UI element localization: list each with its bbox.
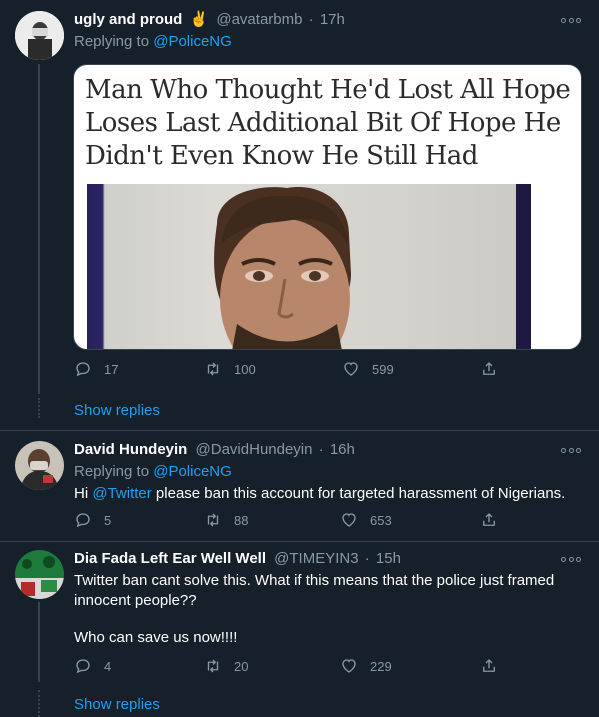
more-icon[interactable] <box>561 445 581 455</box>
text-body: please ban this account for targeted har… <box>155 485 566 502</box>
show-replies-link[interactable]: Show replies <box>74 696 160 713</box>
avatar-image <box>15 550 64 599</box>
reply-icon <box>76 513 90 528</box>
thread-line <box>38 602 40 682</box>
media-headline: Man Who Thought He'd Lost All Hope Loses… <box>85 75 571 171</box>
display-name[interactable]: David Hundeyin <box>74 441 187 458</box>
replying-label: Replying to <box>74 463 150 480</box>
like-button[interactable]: 599 <box>342 360 394 378</box>
tweet-text-line-2: Who can save us now!!!! <box>74 629 238 646</box>
retweet-button[interactable]: 20 <box>204 657 248 675</box>
timestamp[interactable]: 15h <box>376 550 401 567</box>
reply-count: 17 <box>104 361 119 377</box>
separator: · <box>308 11 314 28</box>
retweet-icon <box>207 513 219 527</box>
text-prefix: Hi <box>74 485 89 502</box>
victory-hand-emoji: ✌ <box>189 11 209 28</box>
share-button[interactable] <box>480 657 510 675</box>
heart-icon <box>342 659 356 673</box>
separator: · <box>364 550 370 567</box>
tweet-text: Hi @Twitter please ban this account for … <box>74 484 584 504</box>
tweet-media[interactable]: Man Who Thought He'd Lost All Hope Loses… <box>73 64 582 350</box>
separator: · <box>318 441 324 458</box>
retweet-button[interactable]: 100 <box>204 360 256 378</box>
retweet-icon <box>207 362 219 376</box>
like-button[interactable]: 653 <box>340 511 392 529</box>
thread-dots <box>38 690 40 717</box>
tweet-header: ugly and proud ✌ @avatarbmb · 17h <box>74 10 345 30</box>
retweet-count: 100 <box>234 361 256 377</box>
thread-dots <box>38 398 40 418</box>
reply-count: 5 <box>104 512 112 528</box>
avatar[interactable] <box>15 11 64 60</box>
avatar-image <box>15 11 64 60</box>
retweet-icon <box>207 659 219 673</box>
like-count: 599 <box>372 361 394 377</box>
retweet-button[interactable]: 88 <box>204 511 248 529</box>
replying-to: Replying to @PoliceNG <box>74 462 232 482</box>
avatar[interactable] <box>15 550 64 599</box>
share-icon <box>483 362 495 375</box>
replying-to: Replying to @PoliceNG <box>74 32 232 52</box>
show-replies-link[interactable]: Show replies <box>74 402 160 419</box>
avatar-image <box>15 441 64 490</box>
timestamp[interactable]: 16h <box>330 441 355 458</box>
share-button[interactable] <box>480 360 510 378</box>
mention-link[interactable]: @Twitter <box>92 485 151 502</box>
share-icon <box>483 513 495 526</box>
reply-button[interactable]: 4 <box>74 657 111 675</box>
media-photo <box>87 184 531 349</box>
avatar[interactable] <box>15 441 64 490</box>
share-icon <box>483 659 495 672</box>
replying-label: Replying to <box>74 33 150 50</box>
tweet-actions: 17 100 599 <box>74 360 514 380</box>
heart-icon <box>344 362 358 376</box>
like-count: 229 <box>370 658 392 674</box>
tweet-3[interactable]: Dia Fada Left Ear Well Well @TIMEYIN3 · … <box>0 542 599 717</box>
tweet-header: Dia Fada Left Ear Well Well @TIMEYIN3 · … <box>74 549 401 569</box>
tweet-1[interactable]: ugly and proud ✌ @avatarbmb · 17h Replyi… <box>0 0 599 430</box>
more-icon[interactable] <box>561 15 581 25</box>
heart-icon <box>342 513 356 527</box>
reply-icon <box>76 362 90 377</box>
more-icon[interactable] <box>561 554 581 564</box>
tweet-2[interactable]: David Hundeyin @DavidHundeyin · 16h Repl… <box>0 431 599 541</box>
handle[interactable]: @TIMEYIN3 <box>274 550 358 567</box>
share-button[interactable] <box>480 511 510 529</box>
tweet-actions: 5 88 653 <box>74 511 514 531</box>
reply-count: 4 <box>104 658 112 674</box>
tweet-text-line-1: Twitter ban cant solve this. What if thi… <box>74 572 555 609</box>
handle[interactable]: @avatarbmb <box>216 11 302 28</box>
display-name[interactable]: Dia Fada Left Ear Well Well <box>74 550 266 567</box>
reply-button[interactable]: 17 <box>74 360 118 378</box>
mention-link[interactable]: @PoliceNG <box>153 463 232 480</box>
tweet-header: David Hundeyin @DavidHundeyin · 16h <box>74 440 355 460</box>
like-count: 653 <box>370 512 392 528</box>
face-illustration <box>214 187 351 349</box>
retweet-count: 88 <box>234 512 249 528</box>
tweet-actions: 4 20 229 <box>74 657 514 677</box>
mention-link[interactable]: @PoliceNG <box>153 33 232 50</box>
reply-button[interactable]: 5 <box>74 511 111 529</box>
like-button[interactable]: 229 <box>340 657 392 675</box>
handle[interactable]: @DavidHundeyin <box>196 441 313 458</box>
display-name[interactable]: ugly and proud <box>74 11 182 28</box>
retweet-count: 20 <box>234 658 249 674</box>
timestamp[interactable]: 17h <box>320 11 345 28</box>
reply-icon <box>76 659 90 674</box>
thread-line <box>38 64 40 394</box>
